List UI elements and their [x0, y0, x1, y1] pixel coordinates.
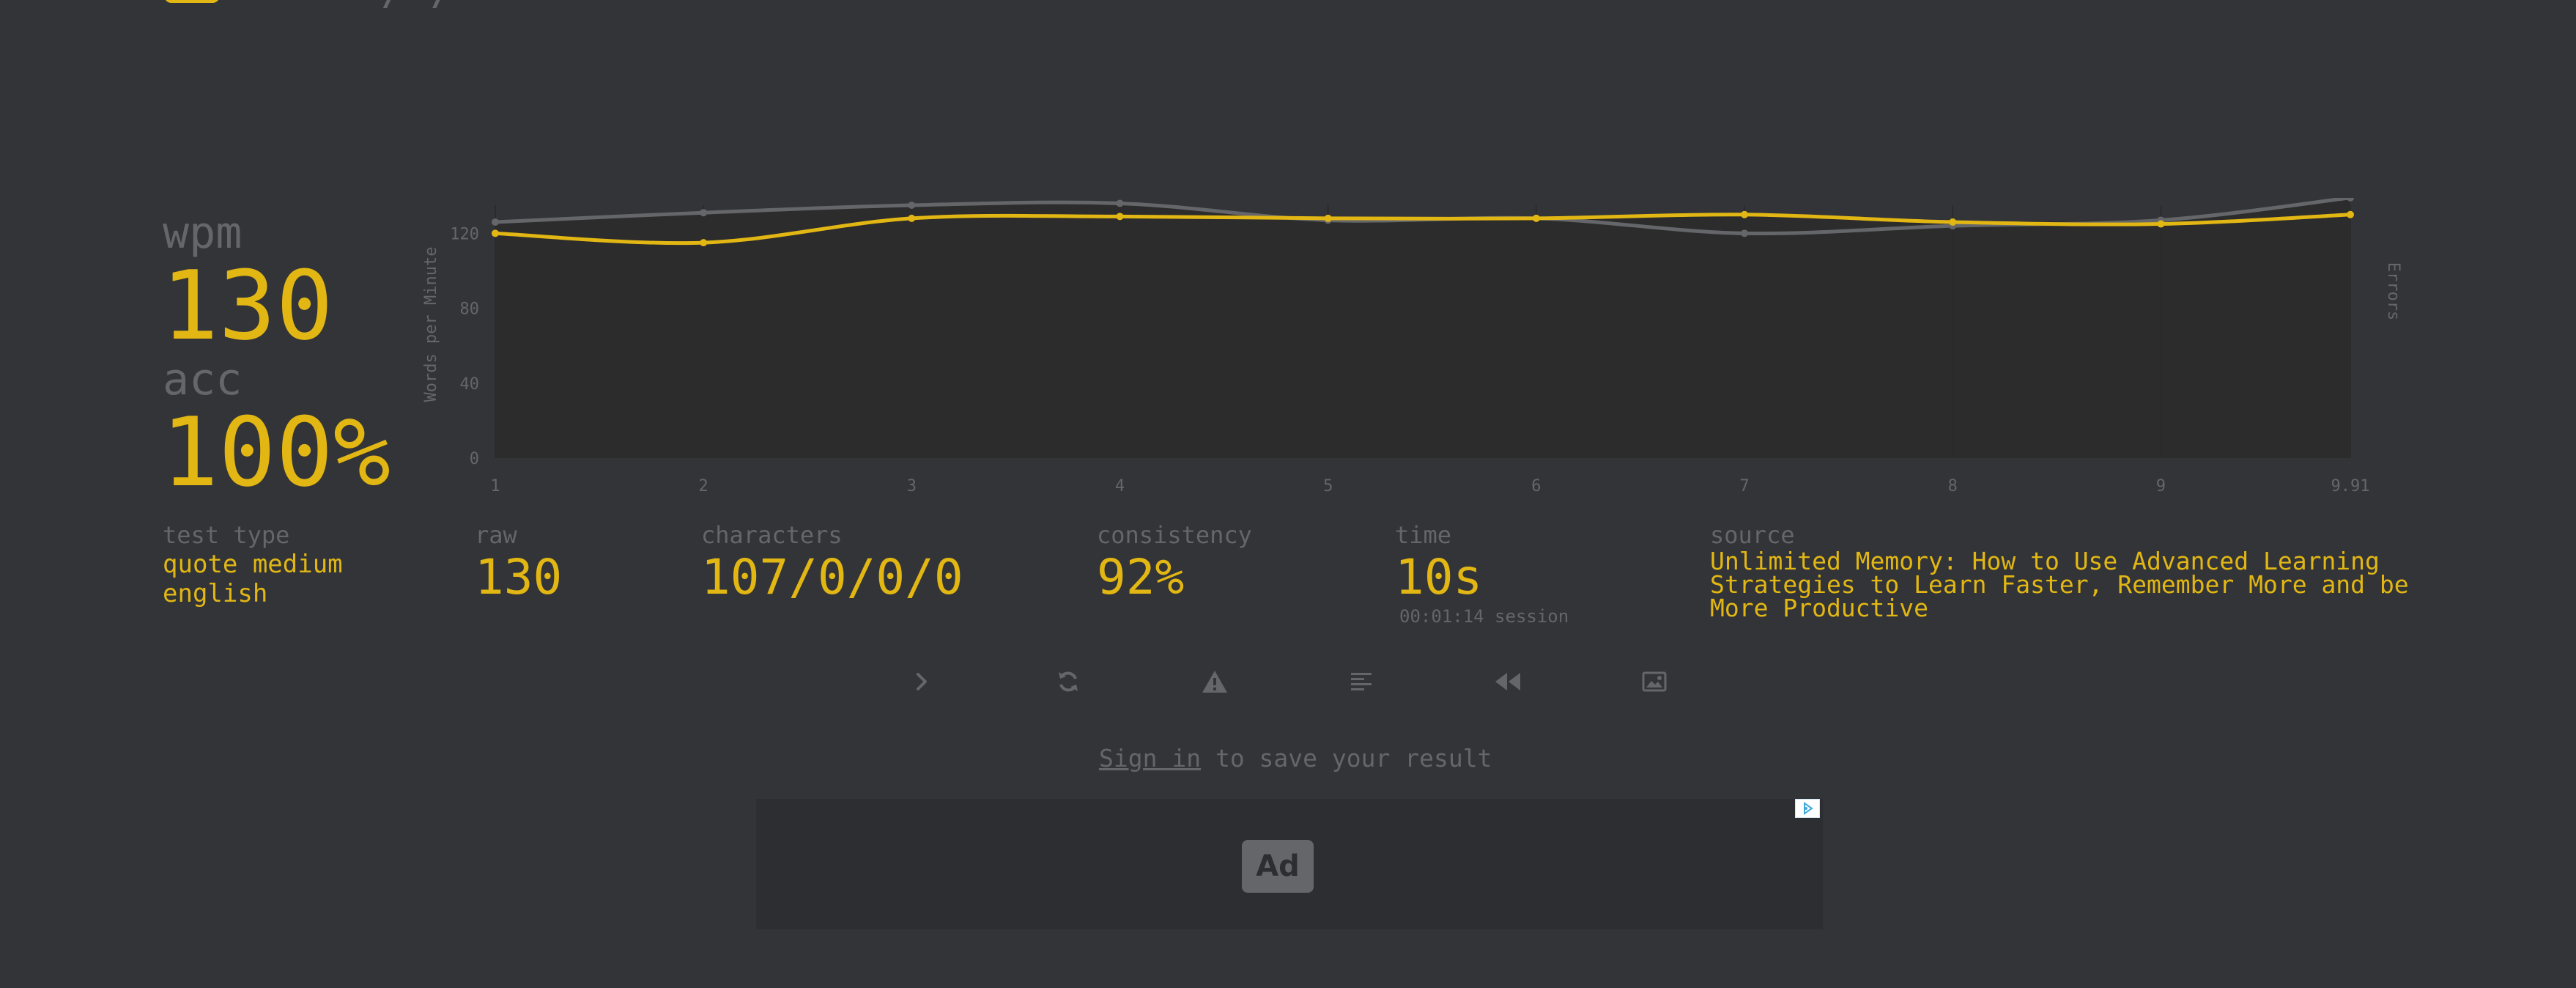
logo-icon[interactable] [164, 0, 220, 3]
warning-icon [1202, 671, 1227, 693]
source-value: Unlimited Memory: How to Use Advanced Le… [1710, 547, 2409, 622]
wpm-label: wpm [163, 207, 243, 259]
chart-y-tick-label: 0 [470, 450, 479, 468]
show-words-history-button[interactable] [1339, 660, 1383, 704]
time-stat: time 10s 00:01:14 session [1395, 520, 1569, 627]
chart-raw-point [492, 218, 499, 226]
chart-raw-point [908, 202, 916, 209]
test-type-mode: quote medium [163, 550, 343, 579]
chart-raw-point [1116, 199, 1124, 207]
characters-label: characters [701, 521, 843, 549]
ad-badge: Ad [1242, 840, 1314, 893]
chart-x-tick-label: 3 [907, 477, 917, 495]
save-screenshot-button[interactable] [1632, 660, 1676, 704]
wpm-chart: 0 40 80 120 1 2 3 4 5 6 7 8 9 9.91 Words per Minute Err… [422, 198, 2402, 495]
align-left-icon [1351, 673, 1372, 690]
test-type-stat: test type quote medium english [163, 520, 343, 608]
test-type-label: test type [163, 521, 290, 549]
characters-stat: characters 107/0/0/0 [701, 520, 963, 605]
sign-in-prompt: Sign in to save your result [1099, 744, 1492, 773]
chart-wpm-point [492, 229, 499, 237]
refresh-icon [1059, 671, 1078, 692]
source-label: source [1710, 521, 1795, 549]
sign-in-link[interactable]: Sign in [1099, 744, 1201, 773]
chart-x-tick-label: 9 [2156, 477, 2166, 495]
chevron-right-icon [917, 673, 927, 690]
chart-x-tick-label: 4 [1115, 477, 1125, 495]
consistency-value: 92% [1097, 549, 1185, 605]
chart-x-tick-label: 5 [1323, 477, 1333, 495]
chart-wpm-point [1116, 213, 1124, 221]
test-type-language: english [163, 579, 268, 608]
watch-replay-button[interactable] [1486, 660, 1530, 704]
ad-banner[interactable]: Ad [756, 799, 1823, 929]
time-session: 00:01:14 session [1399, 606, 1569, 627]
rewind-icon [1495, 673, 1520, 690]
chart-raw-point [1741, 229, 1749, 237]
chart-y-tick-label: 80 [460, 301, 480, 319]
chart-wpm-point [1324, 214, 1332, 222]
chart-x-tick-label: 7 [1739, 477, 1749, 495]
chart-wpm-point [2157, 220, 2165, 228]
logo-text-fragment: / / [381, 0, 455, 12]
chart-wpm-point [1949, 218, 1957, 226]
chart-y-tick-label: 40 [460, 375, 480, 394]
chart-x-tick-label: 1 [490, 477, 500, 495]
characters-value: 107/0/0/0 [701, 549, 963, 605]
result-page: / / wpm 130 acc 100% 0 40 80 120 1 2 3 4 5 6 7 8 9 9.… [0, 0, 2576, 988]
image-icon [1642, 671, 1667, 692]
wpm-value: 130 [161, 250, 333, 361]
raw-stat: raw 130 [475, 520, 562, 605]
raw-value: 130 [475, 549, 563, 605]
chart-x-tick-label: 8 [1948, 477, 1958, 495]
sign-in-rest: to save your result [1201, 744, 1492, 773]
chart-errors-axis-label: Errors [2384, 262, 2402, 320]
source-stat: source Unlimited Memory: How to Use Adva… [1710, 520, 2443, 620]
chart-y-tick-label: 120 [450, 225, 479, 243]
next-test-button[interactable] [900, 660, 944, 704]
chart-x-tick-label: 6 [1531, 477, 1541, 495]
chart-x-tick-label: 9.91 [2331, 477, 2370, 495]
time-value: 10s [1395, 549, 1483, 605]
restart-test-button[interactable] [1046, 660, 1090, 704]
chart-wpm-point [1741, 210, 1749, 218]
adchoices-icon[interactable] [1795, 799, 1820, 818]
chart-wpm-point [1532, 214, 1540, 222]
chart-raw-point [700, 209, 708, 217]
practice-words-button[interactable] [1193, 660, 1237, 704]
chart-y-axis-label: Words per Minute [422, 247, 440, 402]
chart-wpm-point [700, 239, 708, 247]
consistency-stat: consistency 92% [1097, 520, 1252, 605]
consistency-label: consistency [1097, 521, 1252, 549]
accuracy-label: acc [163, 354, 243, 405]
time-label: time [1395, 521, 1452, 549]
chart-x-tick-label: 2 [699, 477, 708, 495]
chart-wpm-point [908, 214, 916, 222]
chart-wpm-point [2347, 210, 2354, 218]
raw-label: raw [475, 521, 517, 549]
accuracy-value: 100% [161, 397, 391, 508]
